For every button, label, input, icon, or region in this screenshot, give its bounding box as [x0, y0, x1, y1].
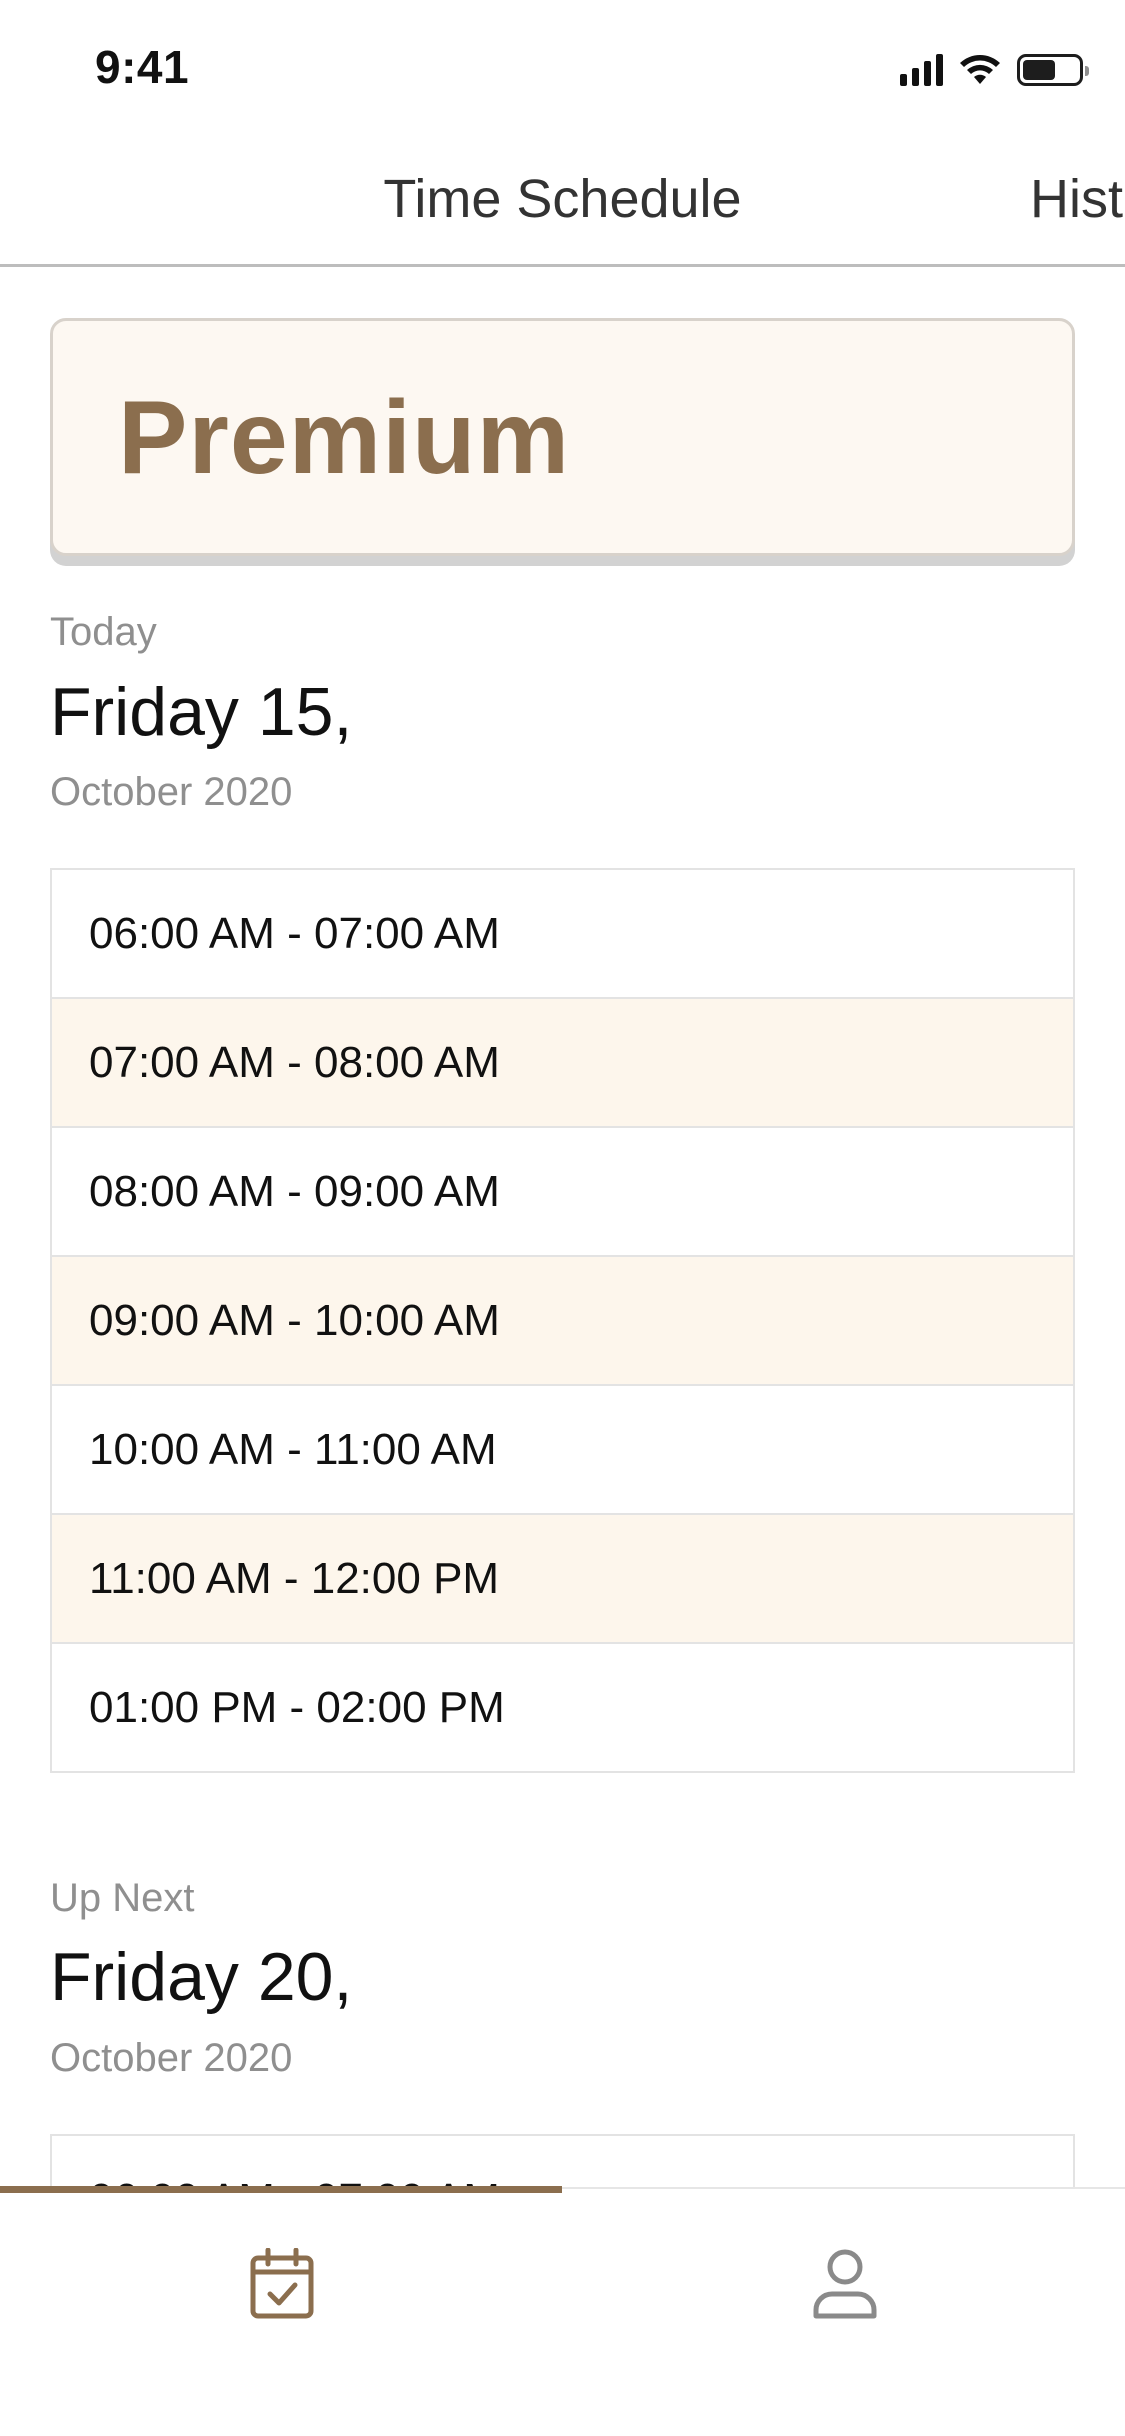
time-slot[interactable]: 10:00 AM - 11:00 AM [52, 1386, 1073, 1515]
section-up-next-label: Up Next [50, 1876, 195, 1920]
tab-history[interactable]: Histo [1030, 168, 1125, 230]
time-slot[interactable]: 06:00 AM - 07:00 AM [52, 870, 1073, 999]
nav-profile-button[interactable] [805, 2244, 885, 2324]
premium-card[interactable]: Premium [50, 318, 1075, 556]
section-up-next-date: Friday 20, [50, 1939, 353, 2015]
time-slot[interactable]: 11:00 AM - 12:00 PM [52, 1515, 1073, 1644]
time-slot[interactable]: 07:00 AM - 08:00 AM [52, 999, 1073, 1128]
calendar-check-icon [250, 2248, 314, 2319]
section-up-next-month: October 2020 [50, 2036, 293, 2080]
section-today-date: Friday 15, [50, 674, 353, 750]
section-today-label: Today [50, 610, 157, 654]
status-time: 9:41 [95, 41, 190, 93]
bottom-nav-bar [0, 2186, 1125, 2436]
time-slot[interactable]: 08:00 AM - 09:00 AM [52, 1128, 1073, 1257]
premium-label: Premium [118, 380, 571, 496]
status-bar: 9:41 [0, 0, 1125, 132]
time-slot[interactable]: 01:00 PM - 02:00 PM [52, 1644, 1073, 1773]
active-tab-indicator [0, 2186, 562, 2193]
user-profile-icon [813, 2249, 877, 2319]
battery-icon [1017, 54, 1089, 86]
screen: 9:41 Time Schedule Histo Premium Today F… [0, 0, 1125, 2436]
cellular-signal-icon [900, 54, 943, 86]
wifi-icon [960, 55, 1000, 84]
top-tab-bar: Time Schedule Histo [0, 132, 1125, 267]
tab-time-schedule[interactable]: Time Schedule [0, 168, 1125, 230]
nav-schedule-button[interactable] [242, 2244, 322, 2324]
time-slot[interactable]: 09:00 AM - 10:00 AM [52, 1257, 1073, 1386]
today-slot-list: 06:00 AM - 07:00 AM 07:00 AM - 08:00 AM … [50, 868, 1075, 1773]
section-today-month: October 2020 [50, 770, 293, 814]
status-icons [900, 50, 1089, 90]
